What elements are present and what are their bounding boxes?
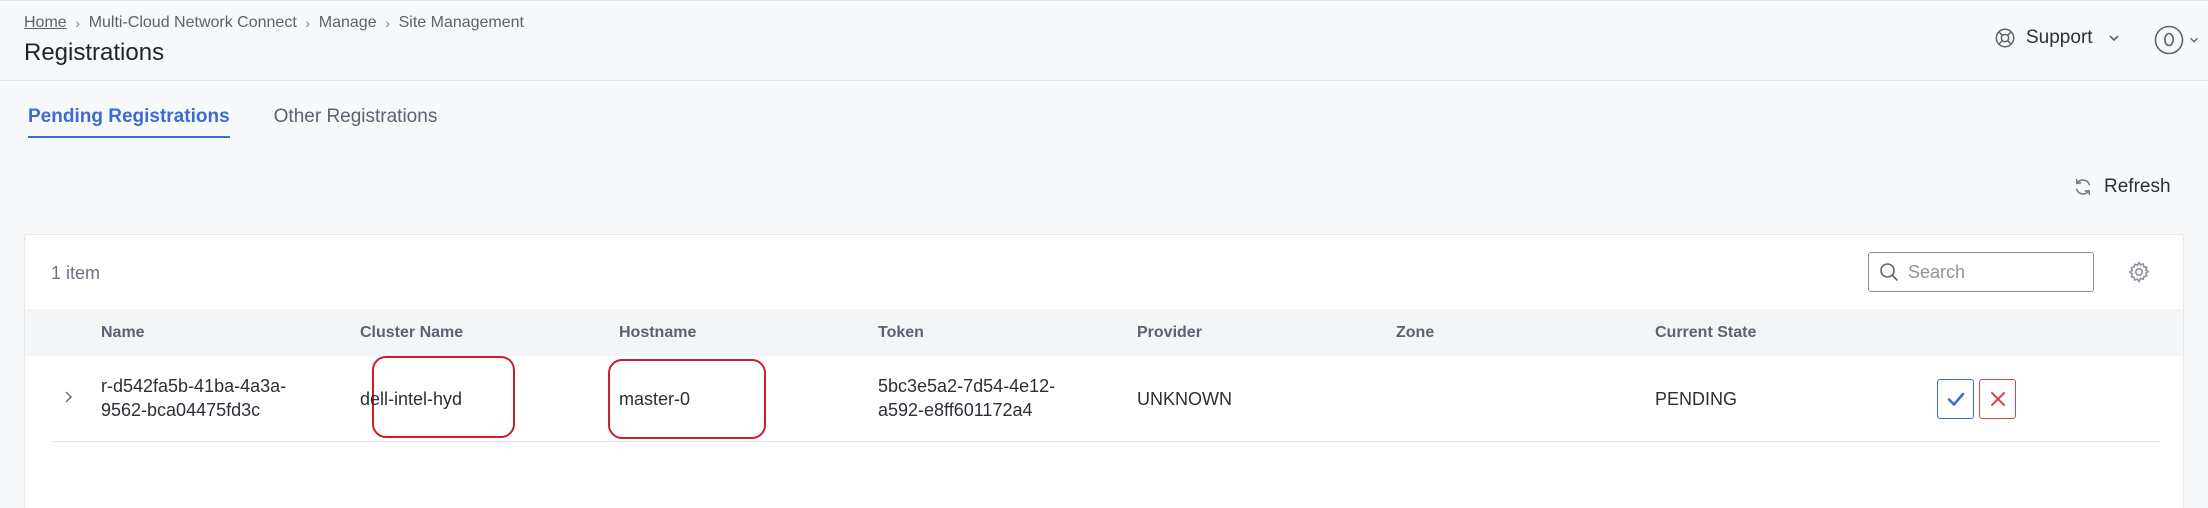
token-line-2: a592-e8ff601172a4	[878, 400, 1033, 420]
cell-token: 5bc3e5a2-7d54-4e12- a592-e8ff601172a4	[878, 374, 1055, 422]
column-header-hostname[interactable]: Hostname	[619, 324, 696, 342]
column-header-provider[interactable]: Provider	[1137, 324, 1202, 342]
cell-provider: UNKNOWN	[1137, 389, 1232, 409]
cell-name: r-d542fa5b-41ba-4a3a- 9562-bca04475fd3c	[101, 374, 286, 422]
breadcrumb-item-manage[interactable]: Manage	[319, 14, 377, 32]
breadcrumb-item-site-management: Site Management	[398, 14, 524, 31]
reject-button[interactable]	[1979, 379, 2016, 419]
refresh-icon	[2075, 178, 2091, 196]
search-icon	[1880, 263, 1898, 281]
user-avatar-icon	[2154, 25, 2184, 55]
breadcrumb-home-link[interactable]: Home	[24, 14, 67, 32]
chevron-right-icon[interactable]	[61, 388, 75, 406]
table-header: Name Cluster Name Hostname Token Provide…	[25, 309, 2183, 356]
column-header-zone[interactable]: Zone	[1396, 324, 1434, 342]
registrations-table-panel: 1 item Name Cluster Name Hostname Token …	[24, 234, 2184, 508]
page-header: Home › Multi-Cloud Network Connect › Man…	[0, 1, 2208, 81]
cell-hostname: master-0	[619, 389, 691, 409]
registration-tabs: Pending Registrations Other Registration…	[28, 106, 481, 138]
breadcrumb: Home › Multi-Cloud Network Connect › Man…	[24, 14, 524, 32]
item-count: 1 item	[51, 263, 101, 283]
cell-cluster-name: dell-intel-hyd	[360, 389, 463, 409]
column-header-current-state[interactable]: Current State	[1655, 324, 1756, 342]
page-title: Registrations	[24, 39, 165, 66]
tab-other-registrations[interactable]: Other Registrations	[274, 106, 438, 136]
column-header-token[interactable]: Token	[878, 324, 924, 342]
refresh-button[interactable]: Refresh	[2072, 176, 2171, 198]
table-row: r-d542fa5b-41ba-4a3a- 9562-bca04475fd3c …	[51, 356, 2161, 442]
column-header-cluster-name[interactable]: Cluster Name	[360, 324, 463, 342]
chevron-right-icon: ›	[75, 15, 81, 31]
chevron-down-icon	[2190, 37, 2198, 43]
support-label: Support	[2026, 27, 2093, 48]
name-line-1: r-d542fa5b-41ba-4a3a-	[101, 376, 287, 396]
search-field[interactable]	[1868, 252, 2094, 292]
close-icon	[1990, 392, 2005, 406]
support-menu[interactable]: Support	[1994, 27, 2121, 49]
lifebuoy-icon	[1995, 28, 2015, 48]
chevron-right-icon: ›	[385, 15, 390, 31]
breadcrumb-item-multi-cloud[interactable]: Multi-Cloud Network Connect	[89, 14, 297, 32]
search-input[interactable]	[1908, 261, 2078, 283]
chevron-right-icon: ›	[305, 15, 311, 31]
gear-icon[interactable]	[2127, 260, 2151, 284]
column-header-name[interactable]: Name	[101, 324, 145, 342]
tab-pending-registrations[interactable]: Pending Registrations	[28, 106, 230, 138]
name-line-2: 9562-bca04475fd3c	[101, 400, 261, 420]
checkmark-icon	[1947, 392, 1964, 406]
user-menu[interactable]	[2154, 25, 2200, 55]
chevron-down-icon	[2108, 35, 2119, 42]
token-line-1: 5bc3e5a2-7d54-4e12-	[878, 376, 1056, 396]
approve-button[interactable]	[1937, 379, 1974, 419]
refresh-label: Refresh	[2104, 176, 2171, 197]
cell-current-state: PENDING	[1655, 389, 1738, 409]
